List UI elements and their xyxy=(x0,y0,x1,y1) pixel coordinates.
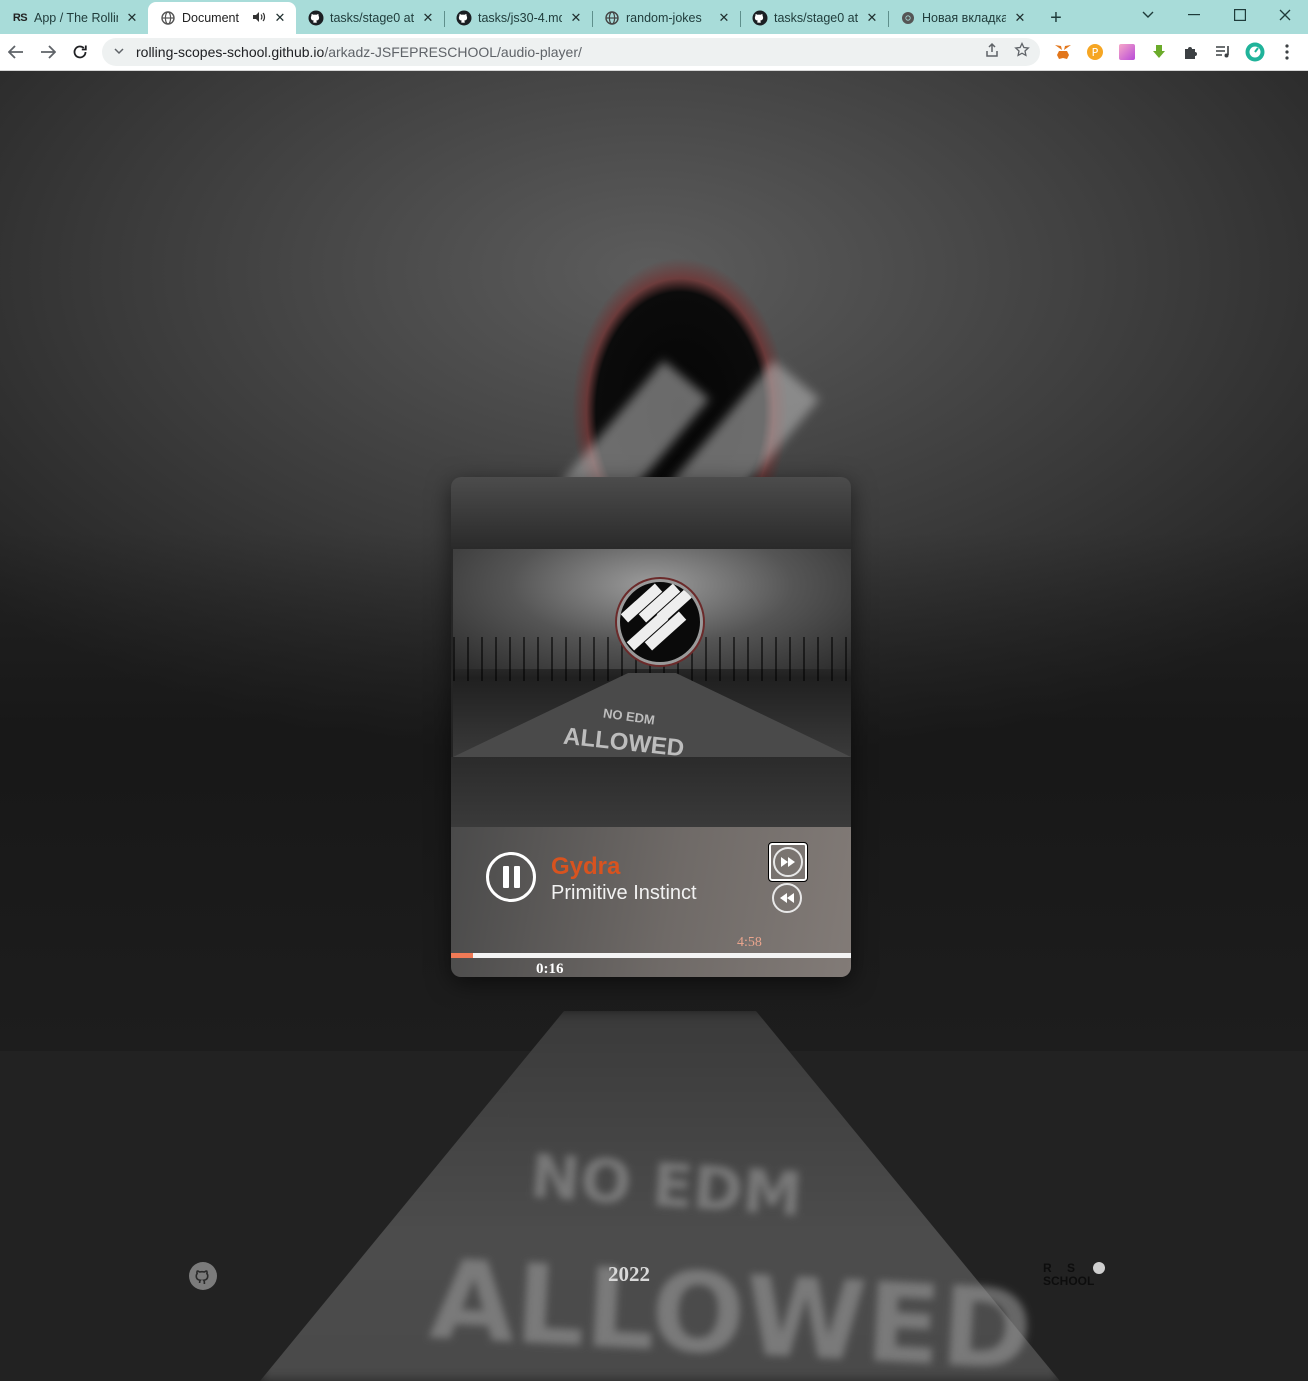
share-icon[interactable] xyxy=(984,42,1000,62)
player-controls: Gydra Primitive Instinct 4:58 0:16 xyxy=(451,827,851,977)
gradient-extension-icon[interactable] xyxy=(1116,41,1138,63)
media-control-icon[interactable] xyxy=(1212,41,1234,63)
player-top-band xyxy=(451,477,851,549)
globe-icon xyxy=(160,10,176,26)
tab-title: tasks/stage0 at xyxy=(774,11,858,25)
tab-github-stage0[interactable]: tasks/stage0 at ✕ xyxy=(296,2,444,34)
close-window-icon[interactable] xyxy=(1262,0,1308,30)
tab-document[interactable]: Document ✕ xyxy=(148,2,296,34)
rewind-icon xyxy=(780,893,794,903)
tab-rolling-scopes-app[interactable]: RS App / The Rolling Scopes ✕ xyxy=(0,2,148,34)
tab-random-jokes[interactable]: random-jokes ✕ xyxy=(592,2,740,34)
tab-new-tab[interactable]: Новая вкладка ✕ xyxy=(888,2,1036,34)
current-time: 0:16 xyxy=(536,961,564,977)
metamask-extension-icon[interactable] xyxy=(1052,41,1074,63)
next-track-button-focus xyxy=(768,842,808,882)
rs-school-logo[interactable]: R S SCHOOL xyxy=(1043,1262,1115,1290)
url-host: rolling-scopes-school.github.io xyxy=(136,44,325,60)
extensions-puzzle-icon[interactable] xyxy=(1180,41,1202,63)
previous-track-button[interactable] xyxy=(772,883,802,913)
maximize-icon[interactable] xyxy=(1217,0,1263,30)
download-extension-icon[interactable] xyxy=(1148,41,1170,63)
address-bar[interactable]: rolling-scopes-school.github.io/arkadz-J… xyxy=(102,38,1040,66)
github-icon xyxy=(456,10,472,26)
extensions-area: P xyxy=(1052,34,1298,70)
page-background: NO EDM ALLOWED NO EDM ALLOWED Gydra Prim… xyxy=(0,71,1308,1381)
site-info-icon[interactable] xyxy=(102,46,136,58)
close-tab-icon[interactable]: ✕ xyxy=(1012,10,1028,26)
tab-bar: RS App / The Rolling Scopes ✕ Document ✕… xyxy=(0,0,1308,34)
artist-name: Primitive Instinct xyxy=(551,882,697,904)
profile-avatar-icon[interactable] xyxy=(1244,41,1266,63)
coin-extension-icon[interactable]: P xyxy=(1084,41,1106,63)
progress-fill xyxy=(451,953,473,958)
pause-button[interactable] xyxy=(486,852,536,902)
new-tab-button[interactable]: + xyxy=(1040,2,1072,34)
tab-title: tasks/stage0 at xyxy=(330,11,414,25)
rs-logo-line2: SCHOOL xyxy=(1043,1274,1095,1288)
track-duration: 4:58 xyxy=(737,935,762,950)
close-tab-icon[interactable]: ✕ xyxy=(420,10,436,26)
tab-search-icon[interactable] xyxy=(1125,0,1171,30)
next-track-button[interactable] xyxy=(773,847,803,877)
album-logo-icon xyxy=(617,579,703,665)
audio-player: NO EDM ALLOWED Gydra Primitive Instinct xyxy=(451,477,851,977)
chrome-icon xyxy=(900,10,916,26)
rs-logo-mark-icon xyxy=(1093,1262,1105,1274)
fast-forward-icon xyxy=(781,857,795,867)
tab-title: App / The Rolling Scopes xyxy=(34,11,118,25)
tab-github-js30[interactable]: tasks/js30-4.md ✕ xyxy=(444,2,592,34)
url-path: /arkadz-JSFEPRESCHOOL/audio-player/ xyxy=(324,44,582,60)
rs-icon: RS xyxy=(12,12,28,24)
svg-text:P: P xyxy=(1092,46,1099,59)
close-tab-icon[interactable]: ✕ xyxy=(568,10,584,26)
github-icon xyxy=(308,10,324,26)
reload-icon[interactable] xyxy=(64,36,96,68)
footer-year: 2022 xyxy=(608,1262,650,1286)
song-title: Gydra xyxy=(551,853,621,880)
tab-title: random-jokes xyxy=(626,11,702,25)
github-icon xyxy=(752,10,768,26)
browser-menu-icon[interactable] xyxy=(1276,41,1298,63)
forward-icon[interactable] xyxy=(32,36,64,68)
pause-icon xyxy=(502,866,509,888)
tab-github-stage0-2[interactable]: tasks/stage0 at ✕ xyxy=(740,2,888,34)
back-icon[interactable] xyxy=(0,36,32,68)
browser-toolbar: rolling-scopes-school.github.io/arkadz-J… xyxy=(0,34,1308,71)
close-tab-icon[interactable]: ✕ xyxy=(124,10,140,26)
album-cover: NO EDM ALLOWED xyxy=(453,549,851,757)
github-link-icon[interactable] xyxy=(189,1262,217,1290)
speaker-icon[interactable] xyxy=(252,11,266,26)
close-tab-icon[interactable]: ✕ xyxy=(716,10,732,26)
globe-icon xyxy=(604,10,620,26)
close-tab-icon[interactable]: ✕ xyxy=(864,10,880,26)
player-mid-band xyxy=(451,757,851,827)
close-tab-icon[interactable]: ✕ xyxy=(272,10,288,26)
minimize-icon[interactable] xyxy=(1171,0,1217,30)
tab-title: tasks/js30-4.md xyxy=(478,11,562,25)
tab-title: Новая вкладка xyxy=(922,11,1006,25)
bookmark-star-icon[interactable] xyxy=(1014,41,1030,62)
tab-title: Document xyxy=(182,11,239,25)
progress-bar[interactable] xyxy=(451,953,851,958)
